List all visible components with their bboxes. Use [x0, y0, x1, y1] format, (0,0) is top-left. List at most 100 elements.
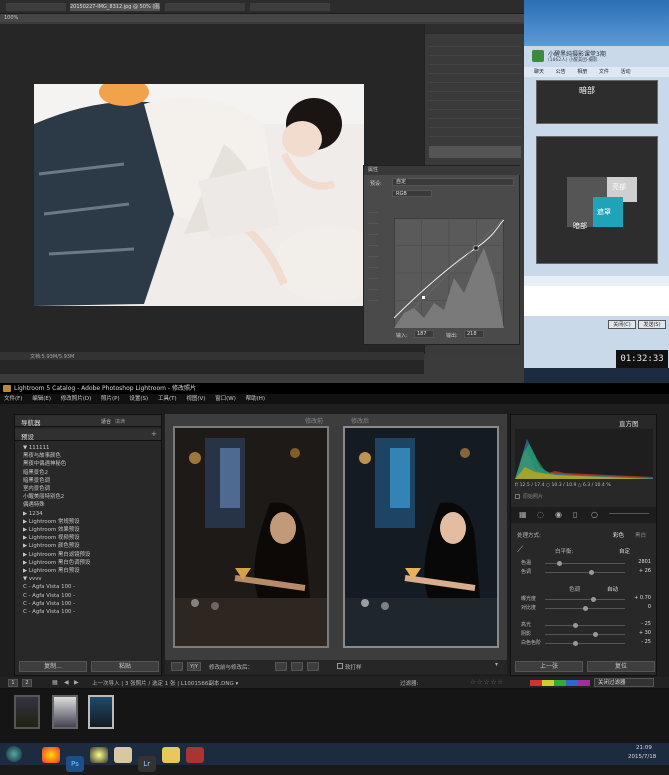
preset-item[interactable]: C - Agfa Vista 100 -	[23, 608, 159, 616]
before-after-toggle[interactable]: Y|Y	[187, 662, 201, 671]
start-button[interactable]	[6, 746, 22, 762]
slider-value[interactable]: + 26	[639, 568, 651, 574]
preset-item[interactable]: ▼ 111111	[23, 444, 159, 452]
curve-graph[interactable]	[394, 218, 504, 328]
preset-item[interactable]: ▶ Lightroom 黑白色调预设	[23, 559, 159, 567]
preset-item[interactable]: 黑夜中偶遇神秘色	[23, 460, 159, 468]
preset-select[interactable]: 自定	[392, 178, 514, 186]
zoom-label[interactable]: 100%	[4, 15, 18, 21]
preset-item[interactable]: 暗黑景色调	[23, 477, 159, 485]
rating-stars[interactable]: ☆☆☆☆☆	[470, 678, 504, 686]
histogram[interactable]	[515, 429, 653, 479]
navigator-header[interactable]: 导航器 适合 填满	[15, 415, 161, 427]
preset-item[interactable]: 偶遇特殊	[23, 501, 159, 509]
brush-slider[interactable]	[609, 513, 649, 514]
menu-settings[interactable]: 设置(S)	[129, 396, 148, 402]
preset-tree[interactable]: ▼ 111111 黑夜与故事颜色 黑夜中偶遇神秘色 暗黑景色2 暗黑景色调 室内…	[23, 444, 159, 634]
slider-value[interactable]: - 25	[641, 621, 651, 627]
color-label-filter[interactable]	[530, 680, 590, 686]
tab-chat[interactable]: 聊天	[534, 69, 544, 75]
page-1[interactable]: 1	[8, 679, 18, 687]
slider-knob[interactable]	[582, 606, 588, 611]
slider-track[interactable]	[545, 561, 625, 566]
send-button[interactable]: 发送(S)	[638, 320, 666, 329]
close-button[interactable]: 关闭(C)	[608, 320, 636, 329]
slider-value[interactable]: + 30	[639, 630, 651, 636]
preset-item[interactable]: 暗黑景色2	[23, 469, 159, 477]
before-photo-frame[interactable]	[173, 426, 329, 648]
tab-files[interactable]: 文件	[599, 69, 609, 75]
slider-track[interactable]	[545, 606, 625, 611]
preset-item[interactable]: C - Agfa Vista 100 -	[23, 592, 159, 600]
tone-auto[interactable]: 自动	[607, 585, 618, 593]
preset-item[interactable]: 小醒美丽特别色2	[23, 493, 159, 501]
previous-button[interactable]: 上一张	[515, 661, 583, 672]
slider-value[interactable]: 2801	[638, 559, 651, 565]
preset-item[interactable]: ▶ Lightroom 视频预设	[23, 534, 159, 542]
soft-proof-checkbox[interactable]	[337, 663, 343, 669]
grid-icon[interactable]: ▦	[52, 679, 58, 686]
add-preset-icon[interactable]: +	[151, 430, 157, 438]
message-input[interactable]	[524, 286, 669, 316]
crop-tool-icon[interactable]: ▦	[519, 510, 527, 519]
photoshop-icon[interactable]: Ps	[65, 756, 84, 772]
chrome-icon[interactable]	[42, 747, 60, 763]
thumbnail-selected[interactable]	[88, 695, 114, 729]
slider-knob[interactable]	[572, 623, 578, 628]
reset-button[interactable]: 复位	[587, 661, 655, 672]
wb-value[interactable]: 自定	[619, 547, 630, 555]
doc-tab[interactable]	[165, 3, 245, 11]
folder-icon[interactable]	[161, 747, 180, 763]
menu-window[interactable]: 窗口(W)	[215, 396, 236, 402]
treatment-bw[interactable]: 黑白	[635, 531, 646, 539]
lightroom-icon[interactable]: Lr	[137, 756, 156, 772]
loupe-view-button[interactable]	[171, 662, 183, 671]
menu-develop[interactable]: 修改照片(D)	[61, 396, 92, 402]
explorer-icon[interactable]	[113, 747, 132, 763]
treatment-color[interactable]: 彩色	[613, 531, 624, 539]
menu-help[interactable]: 帮助(H)	[246, 396, 265, 402]
doc-tab-active[interactable]: 20150227-IMG_8312.jpg @ 50% (图层 1, RGB/8…	[70, 3, 160, 11]
red-eye-icon[interactable]: ◉	[555, 510, 562, 519]
after-photo-frame[interactable]	[343, 426, 499, 648]
chat-image-1[interactable]: 暗部	[536, 80, 658, 124]
filmstrip-source[interactable]: 上一次导入 | 3 张照片 / 选定 1 张 | L1001566副本.DNG …	[92, 679, 238, 687]
tab-album[interactable]: 相册	[577, 69, 587, 75]
nav-fit[interactable]: 适合	[101, 418, 111, 425]
thumbnail[interactable]	[52, 695, 78, 729]
preset-item[interactable]: ▼ vvvv	[23, 575, 159, 583]
preset-item[interactable]: ▶ Lightroom 黑白预设	[23, 567, 159, 575]
presets-header[interactable]: 预设 +	[15, 429, 161, 441]
preset-item[interactable]: 黑夜与故事颜色	[23, 452, 159, 460]
chat-image-2[interactable]: 亮部 遮罩 暗部	[536, 136, 658, 264]
slider-track[interactable]	[545, 632, 625, 637]
spot-removal-icon[interactable]: ◌	[537, 510, 544, 519]
page-2[interactable]: 2	[22, 679, 32, 687]
slider-track[interactable]	[545, 641, 625, 646]
copy-before-settings[interactable]	[275, 662, 287, 671]
doc-tab[interactable]	[250, 3, 330, 11]
chat-toolbar[interactable]	[524, 276, 669, 286]
menu-tools[interactable]: 工具(T)	[158, 396, 177, 402]
clock-time[interactable]: 21:09	[636, 745, 652, 751]
menu-edit[interactable]: 编辑(E)	[32, 396, 51, 402]
preset-item[interactable]: ▶ Lightroom 黑白滤镜预设	[23, 551, 159, 559]
layer-list[interactable]	[429, 38, 521, 143]
radial-filter-icon[interactable]: ○	[591, 510, 598, 519]
qq-icon[interactable]	[89, 747, 108, 763]
toolbar-menu-icon[interactable]: ▾	[495, 661, 498, 668]
slider-knob[interactable]	[592, 632, 598, 637]
preset-item[interactable]: C - Agfa Vista 100 -	[23, 583, 159, 591]
slider-knob[interactable]	[572, 641, 578, 646]
preset-item[interactable]: 室内景色调	[23, 485, 159, 493]
slider-knob[interactable]	[588, 570, 594, 575]
panel-tab[interactable]: 属性	[364, 166, 521, 175]
slider-value[interactable]: 0	[648, 604, 651, 610]
copy-after-settings[interactable]	[291, 662, 303, 671]
clock-date[interactable]: 2015/7/18	[628, 754, 656, 760]
copy-button[interactable]: 复制...	[19, 661, 87, 672]
app-icon[interactable]	[185, 747, 204, 763]
tab-notice[interactable]: 公告	[556, 69, 566, 75]
paste-button[interactable]: 粘贴	[91, 661, 159, 672]
preset-item[interactable]: C - Agfa Vista 100 -	[23, 600, 159, 608]
